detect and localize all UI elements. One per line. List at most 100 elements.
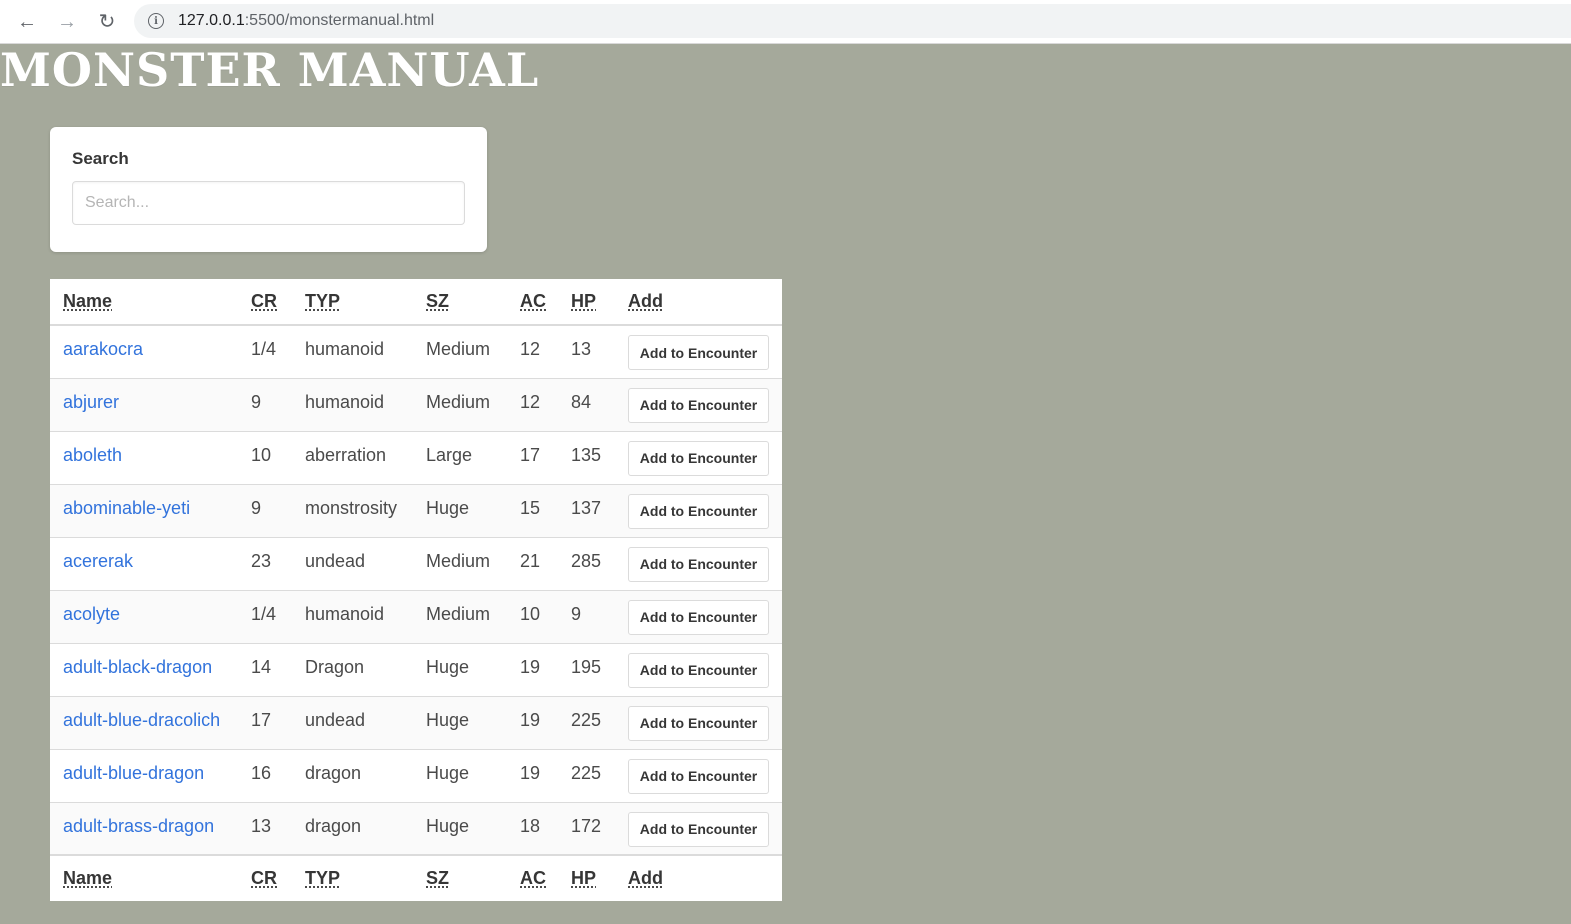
cell-size: Huge — [413, 749, 507, 803]
cell-name: abjurer — [50, 378, 238, 432]
cell-type: dragon — [305, 815, 362, 836]
cell-ac: 17 — [507, 431, 558, 485]
arrow-left-icon: ← — [17, 11, 37, 33]
add-to-encounter-button[interactable]: Add to Encounter — [628, 546, 769, 582]
table-footer: Name CR TYP SZ AC HP Add — [50, 854, 782, 901]
footer-name-label: Name — [63, 868, 113, 888]
monster-link[interactable]: adult-black-dragon — [63, 657, 212, 677]
cell-add: Add to Encounter — [615, 749, 782, 803]
header-hp-label: HP — [571, 291, 597, 311]
cell-add: Add to Encounter — [615, 484, 782, 538]
header-cr-label: CR — [251, 291, 277, 311]
cell-name: adult-black-dragon — [50, 643, 238, 697]
cell-ac: 10 — [507, 590, 558, 644]
table-row: aboleth 10 aberration Large 17 135 Add to Enco… — [50, 431, 782, 485]
cell-cr: 23 — [238, 537, 292, 591]
monster-link[interactable]: aarakocra — [63, 339, 143, 359]
cell-add: Add to Encounter — [615, 325, 782, 379]
forward-button[interactable]: → — [54, 9, 80, 35]
add-to-encounter-button[interactable]: Add to Encounter — [628, 705, 769, 741]
reload-icon: ↻ — [98, 11, 116, 33]
add-to-encounter-button[interactable]: Add to Encounter — [628, 811, 769, 847]
monster-table-container: Name CR TYP SZ AC HP Add aarakocra 1/4 hum… — [50, 279, 782, 901]
cell-hp: 225 — [558, 696, 615, 750]
add-to-encounter-button[interactable]: Add to Encounter — [628, 335, 769, 370]
cell-size: Medium — [413, 378, 507, 432]
header-size: SZ — [413, 279, 507, 326]
cell-type: undead — [292, 537, 413, 591]
monster-link[interactable]: abjurer — [63, 392, 119, 412]
url-path: :5500/monstermanual.html — [244, 12, 435, 29]
reload-button[interactable]: ↻ — [94, 9, 120, 35]
header-ac-label: AC — [520, 291, 546, 311]
info-icon[interactable]: i — [148, 13, 164, 29]
search-input[interactable] — [72, 181, 465, 225]
monster-link[interactable]: acererak — [63, 551, 133, 571]
cell-size: Huge — [426, 815, 470, 836]
cell-cr: 1/4 — [238, 325, 292, 379]
cell-ac: 12 — [507, 325, 558, 379]
cell-size: Medium — [413, 590, 507, 644]
cell-ac: 18 — [520, 815, 541, 836]
header-ac: AC — [507, 279, 558, 326]
cell-cr: 1/4 — [238, 590, 292, 644]
cell-name: aarakocra — [50, 325, 238, 379]
table-row: adult-blue-dracolich 17 undead Huge 19 225 Add… — [50, 696, 782, 750]
footer-row: Name CR TYP SZ AC HP Add — [50, 854, 782, 901]
address-bar[interactable]: i 127.0.0.1:5500/monstermanual.html — [134, 4, 1571, 38]
cell-ac: 19 — [507, 696, 558, 750]
back-button[interactable]: ← — [14, 9, 40, 35]
table-row: adult-brass-dragon 13 dragon Huge 18 172 Add t… — [50, 802, 782, 855]
add-to-encounter-button[interactable]: Add to Encounter — [628, 440, 769, 476]
cell-size: Medium — [413, 537, 507, 591]
header-name: Name — [50, 279, 238, 326]
add-to-encounter-button[interactable]: Add to Encounter — [628, 493, 769, 529]
footer-hp-label: HP — [571, 868, 597, 888]
cell-size: Huge — [413, 696, 507, 750]
cell-cr: 9 — [238, 484, 292, 538]
arrow-right-icon: → — [57, 11, 77, 33]
cell-type: dragon — [292, 749, 413, 803]
monster-link[interactable]: abominable-yeti — [63, 498, 190, 518]
footer-add: Add — [615, 854, 782, 901]
cell-add: Add to Encounter — [615, 590, 782, 644]
monster-link[interactable]: acolyte — [63, 604, 120, 624]
cell-add: Add to Encounter — [615, 378, 782, 432]
footer-add-label: Add — [628, 868, 663, 888]
cell-type: undead — [292, 696, 413, 750]
monster-table: Name CR TYP SZ AC HP Add aarakocra 1/4 hum… — [50, 279, 782, 901]
cell-add: Add to Encounter — [615, 431, 782, 485]
footer-ac-label: AC — [520, 868, 546, 888]
header-add: Add — [615, 279, 782, 326]
footer-size: SZ — [413, 854, 507, 901]
search-label: Search — [72, 149, 129, 168]
add-to-encounter-button[interactable]: Add to Encounter — [628, 387, 769, 423]
monster-link[interactable]: adult-blue-dracolich — [63, 710, 220, 730]
cell-size: Huge — [413, 643, 507, 697]
cell-hp: 84 — [558, 378, 615, 432]
url-host: 127.0.0.1 — [178, 12, 245, 29]
add-to-encounter-button[interactable]: Add to Encounter — [628, 758, 769, 794]
table-row: abjurer 9 humanoid Medium 12 84 Add to Encount… — [50, 378, 782, 432]
monster-link[interactable]: aboleth — [63, 445, 122, 465]
cell-name: acolyte — [50, 590, 238, 644]
monster-link[interactable]: adult-blue-dragon — [63, 763, 204, 783]
cell-type: humanoid — [292, 325, 413, 379]
page-title: MONSTER MANUAL — [0, 43, 540, 97]
header-name-label: Name — [63, 291, 113, 311]
table-body: aarakocra 1/4 humanoid Medium 12 13 Add to Enc… — [50, 325, 782, 855]
cell-cr: 16 — [238, 749, 292, 803]
browser-toolbar: ← → ↻ i 127.0.0.1:5500/monstermanual.htm… — [0, 0, 1571, 44]
table-header: Name CR TYP SZ AC HP Add — [50, 279, 782, 326]
footer-size-label: SZ — [426, 868, 450, 888]
cell-add: Add to Encounter — [615, 537, 782, 591]
cell-cr: 10 — [238, 431, 292, 485]
cell-name: abominable-yeti — [50, 484, 238, 538]
url-text: 127.0.0.1:5500/monstermanual.html — [178, 12, 434, 30]
cell-ac: 19 — [507, 643, 558, 697]
cell-size: Medium — [413, 325, 507, 379]
cell-hp: 195 — [558, 643, 615, 697]
add-to-encounter-button[interactable]: Add to Encounter — [628, 652, 769, 688]
monster-link[interactable]: adult-brass-dragon — [63, 816, 214, 836]
add-to-encounter-button[interactable]: Add to Encounter — [628, 599, 769, 635]
